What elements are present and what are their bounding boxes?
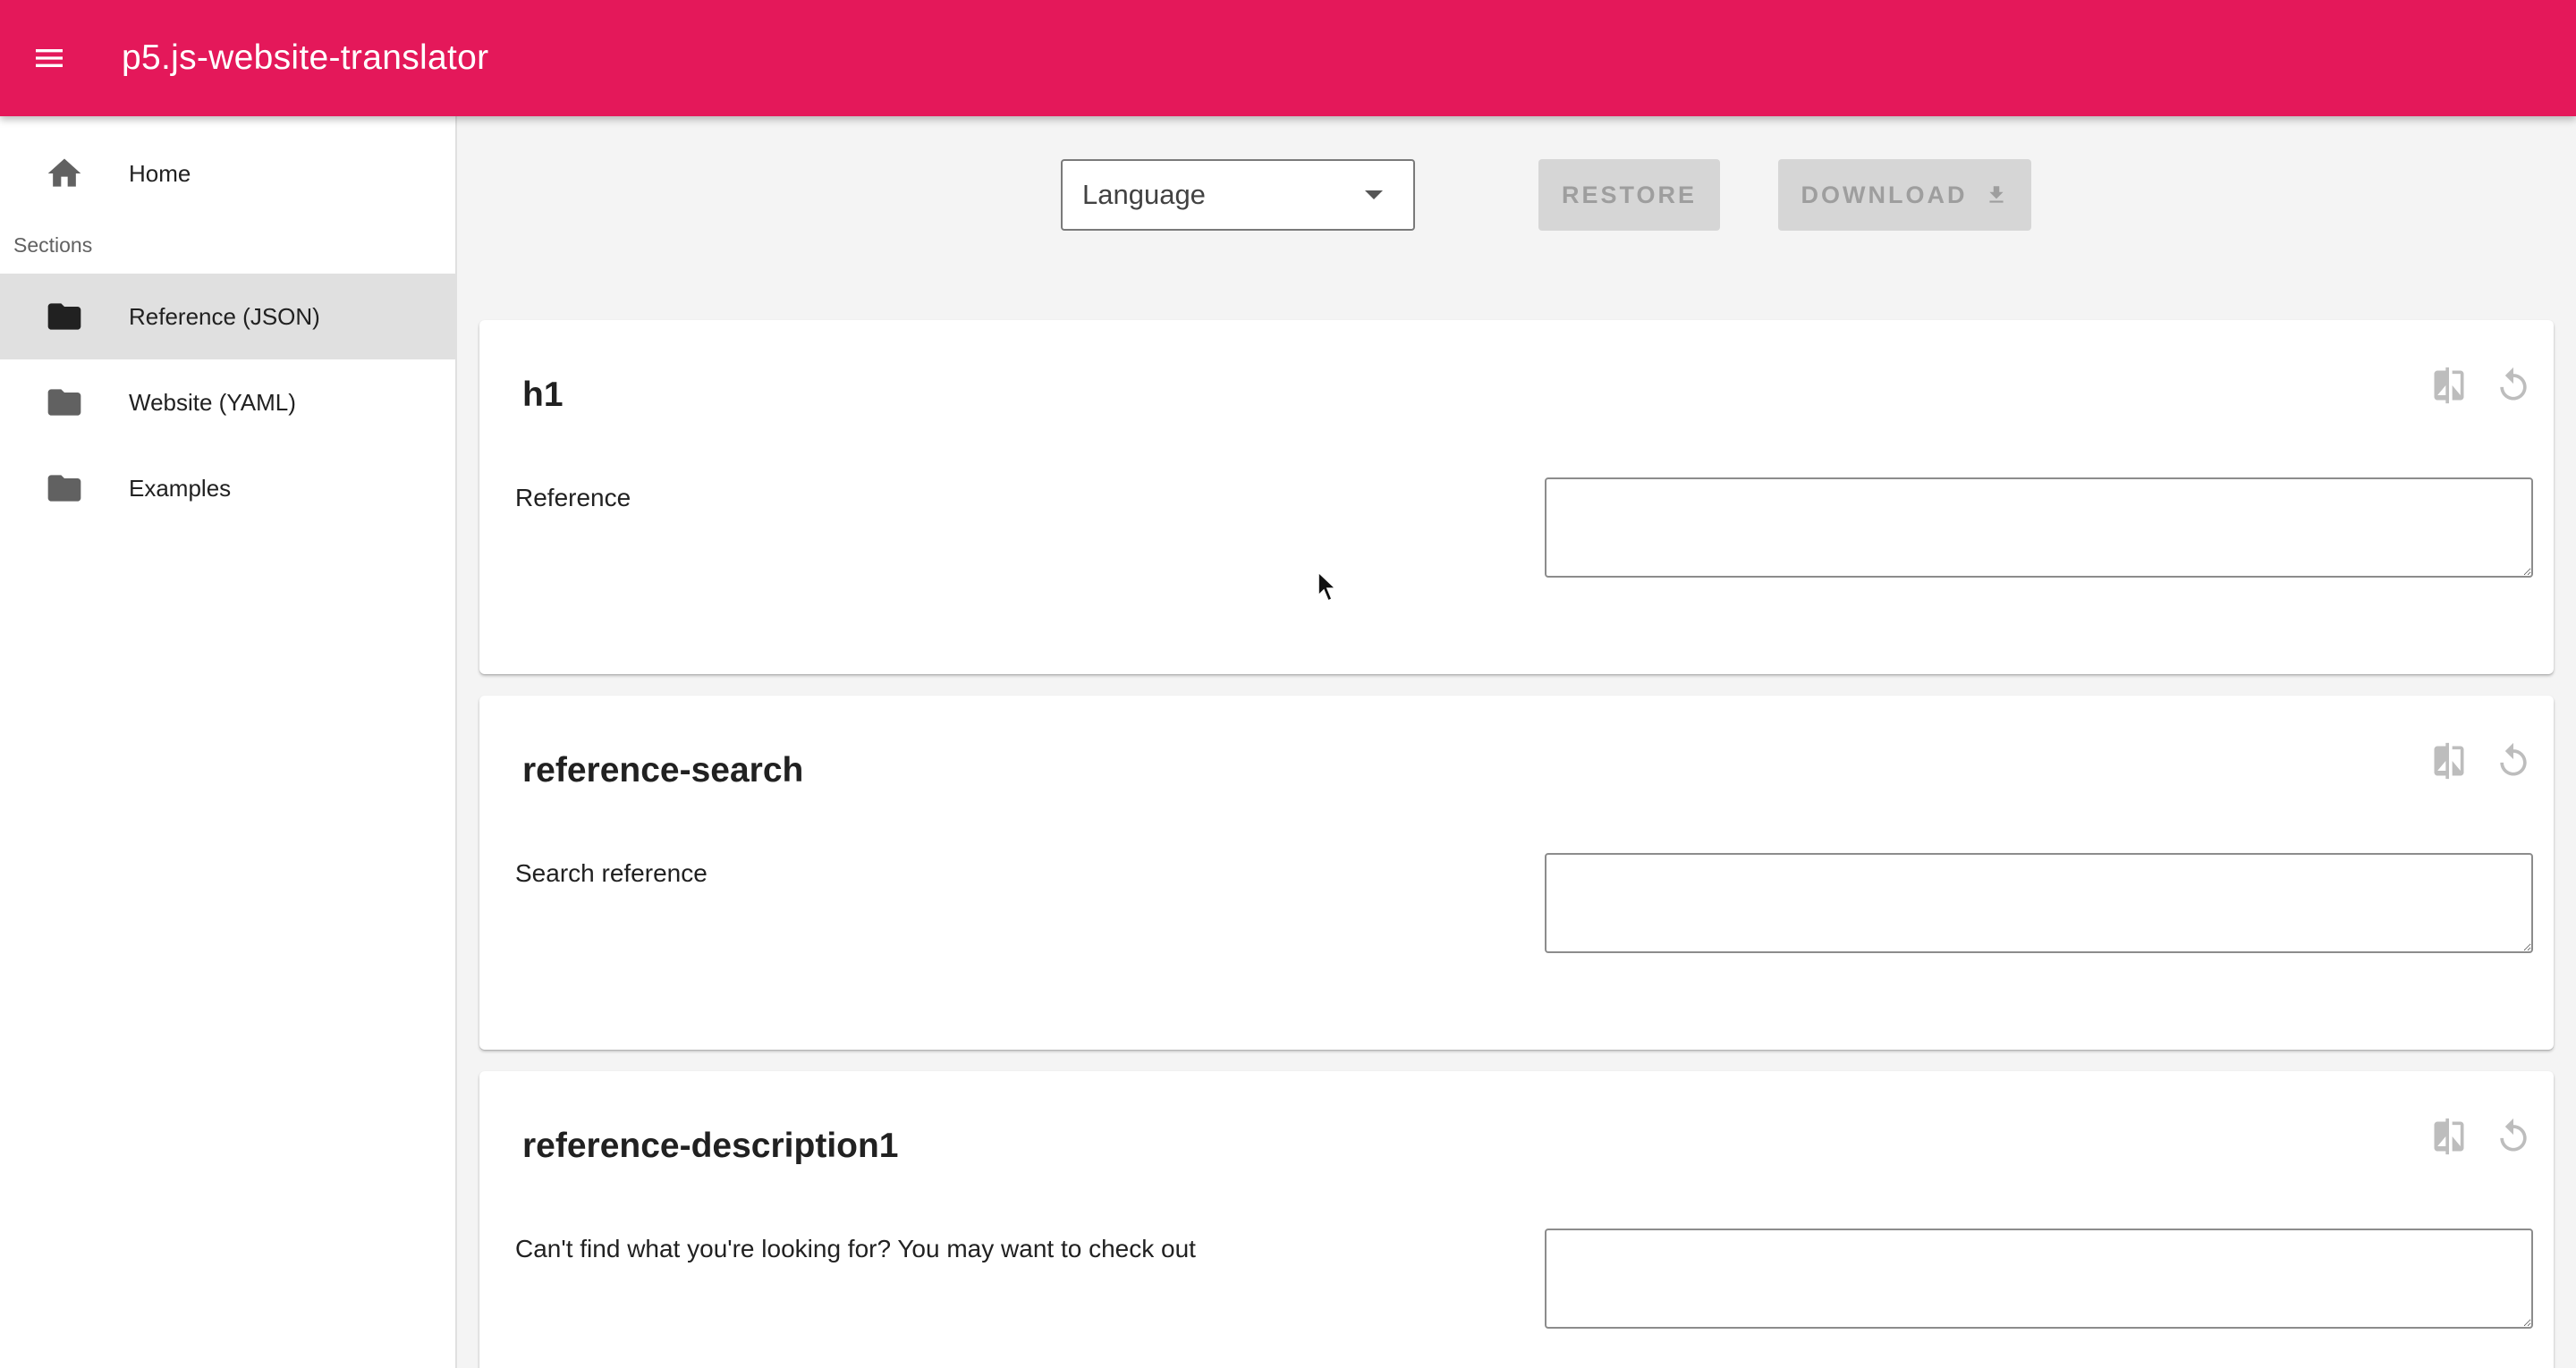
translation-input[interactable] <box>1545 853 2533 953</box>
compare-icon <box>2434 742 2464 780</box>
restore-icon <box>2500 1118 2527 1152</box>
restore-icon <box>2500 742 2527 776</box>
app-bar: p5.js-website-translator <box>0 0 2576 116</box>
translation-input[interactable] <box>1545 1229 2533 1329</box>
reset-button[interactable] <box>2493 1116 2534 1157</box>
restore-button-label: RESTORE <box>1561 181 1698 208</box>
app-title: p5.js-website-translator <box>122 38 489 77</box>
card-actions <box>2428 1116 2534 1157</box>
reset-button[interactable] <box>2493 740 2534 781</box>
language-select-value: Language <box>1082 179 1206 210</box>
sidebar-item-reference-json[interactable]: Reference (JSON) <box>0 274 455 359</box>
translation-card-h1: h1 Reference <box>479 320 2554 674</box>
translation-card-reference-description1: reference-description1 Can't find what y… <box>479 1071 2554 1368</box>
sidebar-item-home[interactable]: Home <box>0 131 455 216</box>
card-actions <box>2428 740 2534 781</box>
language-select[interactable]: Language <box>1061 159 1415 231</box>
sidebar: Home Sections Reference (JSON) Website (… <box>0 116 457 1368</box>
folder-icon <box>0 297 129 336</box>
download-button[interactable]: DOWNLOAD <box>1778 159 2031 231</box>
card-actions <box>2428 365 2534 406</box>
card-key: reference-description1 <box>522 1127 899 1165</box>
card-key: reference-search <box>522 751 804 790</box>
folder-icon <box>0 469 129 508</box>
sidebar-item-label: Website (YAML) <box>129 388 296 416</box>
caret-down-icon <box>1365 190 1383 199</box>
compare-button[interactable] <box>2428 365 2470 406</box>
toolbar: Language RESTORE DOWNLOAD <box>457 159 2576 231</box>
reference-text: Can't find what you're looking for? You … <box>515 1235 1196 1262</box>
sidebar-item-label: Reference (JSON) <box>129 302 320 330</box>
compare-icon <box>2434 1118 2464 1155</box>
reset-button[interactable] <box>2493 365 2534 406</box>
main-content: Language RESTORE DOWNLOAD h1 Reference r… <box>457 116 2576 1368</box>
translation-card-reference-search: reference-search Search reference <box>479 696 2554 1050</box>
card-key: h1 <box>522 376 564 414</box>
sidebar-item-label: Examples <box>129 474 232 502</box>
reference-text: Search reference <box>515 859 708 887</box>
restore-icon <box>2500 367 2527 401</box>
sidebar-item-label: Home <box>129 159 191 187</box>
reference-text: Reference <box>515 484 631 511</box>
translation-input[interactable] <box>1545 477 2533 578</box>
compare-icon <box>2434 367 2464 404</box>
download-button-label: DOWNLOAD <box>1801 181 1968 208</box>
restore-button[interactable]: RESTORE <box>1538 159 1720 231</box>
menu-button[interactable] <box>0 0 98 116</box>
compare-button[interactable] <box>2428 740 2470 781</box>
sidebar-item-examples[interactable]: Examples <box>0 445 455 531</box>
download-icon <box>1989 186 2004 203</box>
home-icon <box>0 154 129 193</box>
sidebar-item-website-yaml[interactable]: Website (YAML) <box>0 359 455 445</box>
compare-button[interactable] <box>2428 1116 2470 1157</box>
hamburger-menu-icon <box>36 49 63 67</box>
folder-icon <box>0 383 129 422</box>
sections-heading: Sections <box>13 232 93 257</box>
